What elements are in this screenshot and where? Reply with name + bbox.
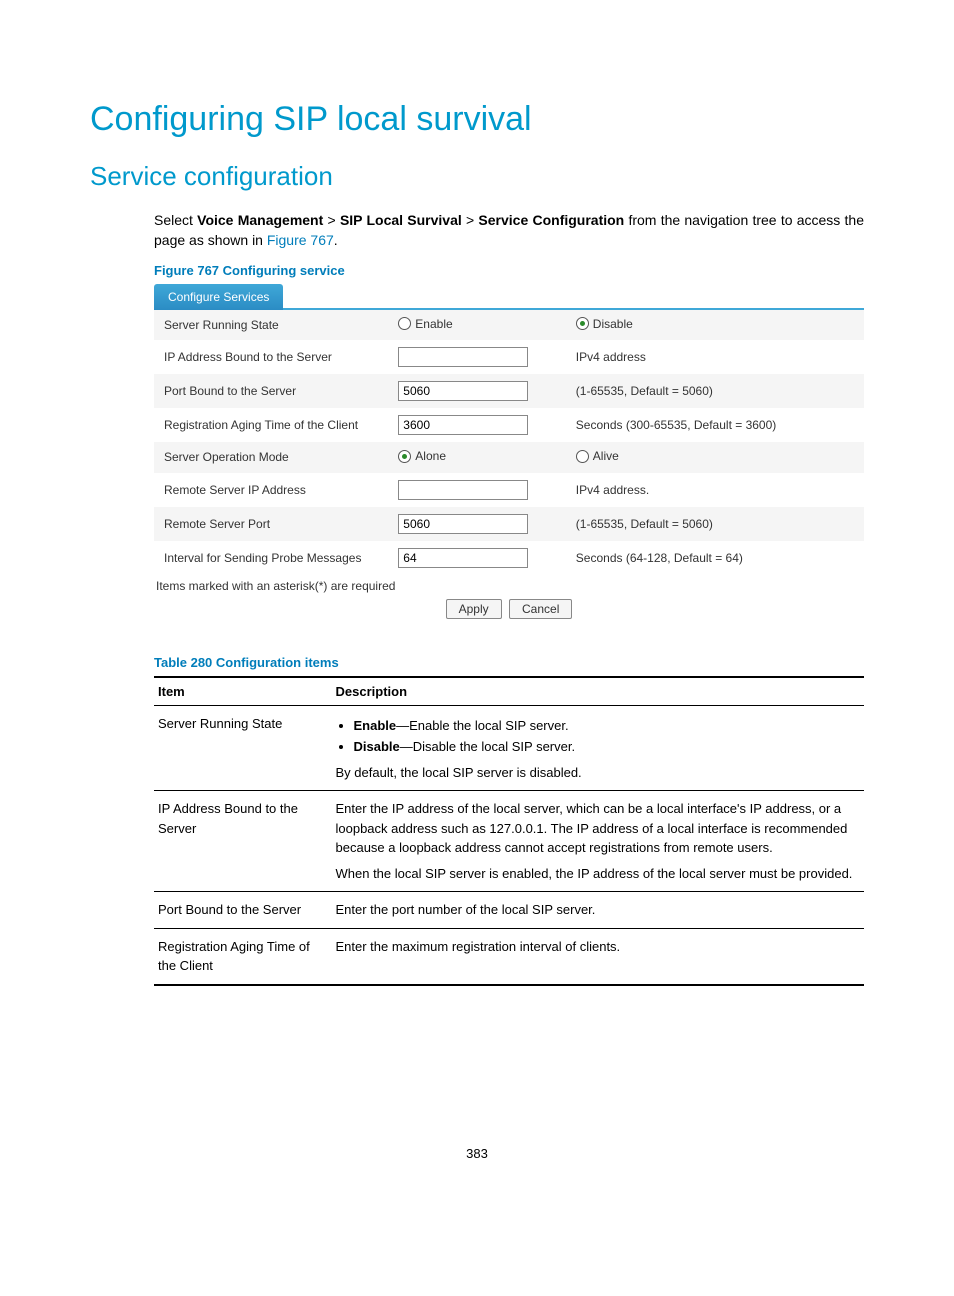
table-row: Port Bound to the Server Enter the port … (154, 892, 864, 929)
radio-alone[interactable]: Alone (398, 449, 446, 463)
form-row: Server Operation Mode Alone Alive (154, 442, 864, 473)
section-title: Service configuration (90, 161, 864, 192)
hint-remote-port: (1-65535, Default = 5060) (566, 507, 864, 541)
cancel-button[interactable]: Cancel (509, 599, 572, 619)
th-item: Item (154, 677, 332, 706)
hint-port-bound: (1-65535, Default = 5060) (566, 374, 864, 408)
label-server-running-state: Server Running State (154, 310, 388, 341)
input-remote-ip[interactable] (398, 480, 528, 500)
item-name: Server Running State (154, 705, 332, 791)
label-port-bound: Port Bound to the Server (154, 374, 388, 408)
form-row: Server Running State Enable Disable (154, 310, 864, 341)
figure-caption: Figure 767 Configuring service (154, 263, 864, 278)
label-remote-port: Remote Server Port (154, 507, 388, 541)
figure-link[interactable]: Figure 767 (267, 232, 334, 248)
input-remote-port[interactable] (398, 514, 528, 534)
hint-reg-aging: Seconds (300-65535, Default = 3600) (566, 408, 864, 442)
config-items-table: Item Description Server Running State En… (154, 676, 864, 986)
table-row: IP Address Bound to the Server Enter the… (154, 791, 864, 892)
radio-disable[interactable]: Disable (576, 317, 633, 331)
label-probe-interval: Interval for Sending Probe Messages (154, 541, 388, 575)
radio-enable[interactable]: Enable (398, 317, 452, 331)
page-title: Configuring SIP local survival (90, 100, 864, 139)
tab-configure-services[interactable]: Configure Services (154, 284, 283, 310)
input-port-bound[interactable] (398, 381, 528, 401)
item-name: Port Bound to the Server (154, 892, 332, 929)
table-row: Registration Aging Time of the Client En… (154, 928, 864, 985)
form-note: Items marked with an asterisk(*) are req… (156, 579, 864, 593)
item-desc: Enter the IP address of the local server… (332, 791, 865, 892)
input-ip-bound[interactable] (398, 347, 528, 367)
hint-ip-bound: IPv4 address (566, 340, 864, 374)
page-number: 383 (90, 1146, 864, 1161)
configure-services-form: Configure Services Server Running State … (154, 284, 864, 619)
item-desc: Enable—Enable the local SIP server. Disa… (332, 705, 865, 791)
form-row: Registration Aging Time of the Client Se… (154, 408, 864, 442)
label-ip-bound: IP Address Bound to the Server (154, 340, 388, 374)
form-row: Port Bound to the Server (1-65535, Defau… (154, 374, 864, 408)
input-reg-aging[interactable] (398, 415, 528, 435)
radio-alive[interactable]: Alive (576, 449, 619, 463)
form-row: Remote Server IP Address IPv4 address. (154, 473, 864, 507)
label-remote-ip: Remote Server IP Address (154, 473, 388, 507)
form-row: IP Address Bound to the Server IPv4 addr… (154, 340, 864, 374)
intro-text: Select Voice Management > SIP Local Surv… (154, 210, 864, 251)
form-row: Interval for Sending Probe Messages Seco… (154, 541, 864, 575)
table-row: Server Running State Enable—Enable the l… (154, 705, 864, 791)
item-name: Registration Aging Time of the Client (154, 928, 332, 985)
item-desc: Enter the port number of the local SIP s… (332, 892, 865, 929)
input-probe-interval[interactable] (398, 548, 528, 568)
form-row: Remote Server Port (1-65535, Default = 5… (154, 507, 864, 541)
item-name: IP Address Bound to the Server (154, 791, 332, 892)
table-caption: Table 280 Configuration items (154, 655, 864, 670)
apply-button[interactable]: Apply (446, 599, 502, 619)
label-reg-aging: Registration Aging Time of the Client (154, 408, 388, 442)
label-op-mode: Server Operation Mode (154, 442, 388, 473)
item-desc: Enter the maximum registration interval … (332, 928, 865, 985)
th-description: Description (332, 677, 865, 706)
hint-probe-interval: Seconds (64-128, Default = 64) (566, 541, 864, 575)
hint-remote-ip: IPv4 address. (566, 473, 864, 507)
